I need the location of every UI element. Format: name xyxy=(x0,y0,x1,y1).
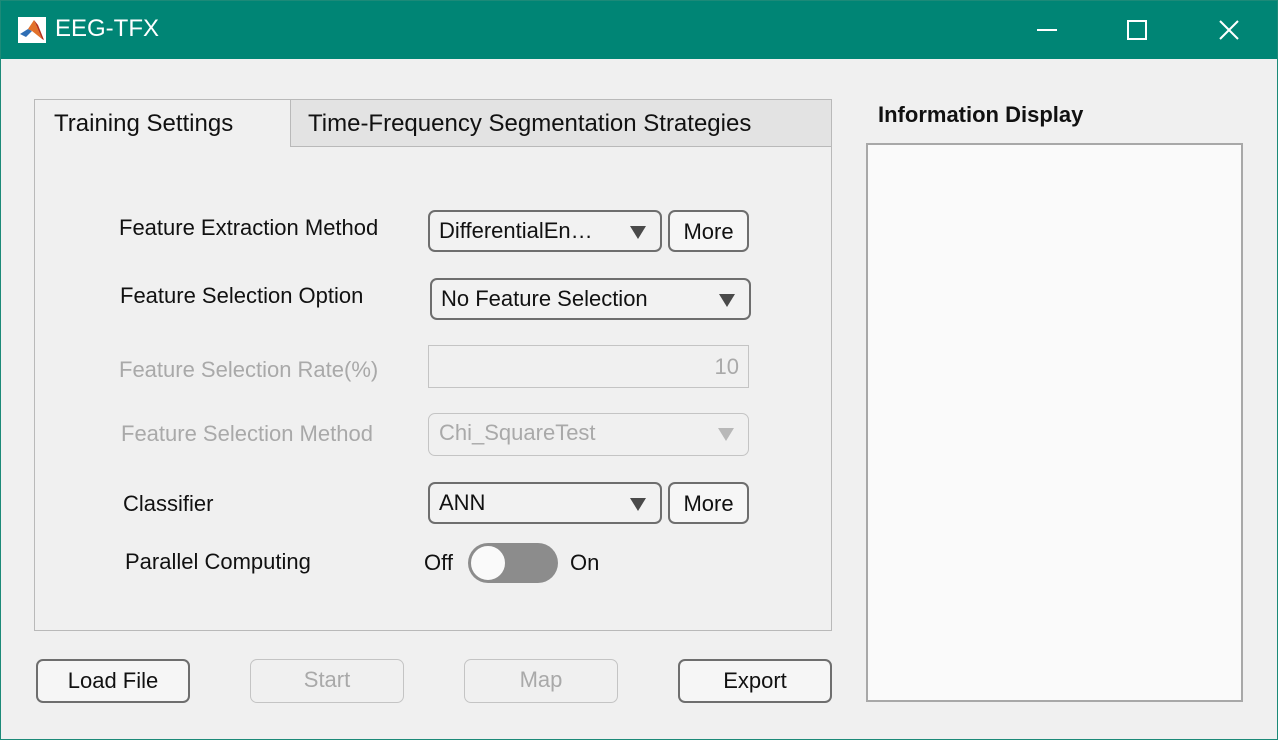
feature-selection-method-value: Chi_SquareTest xyxy=(439,420,596,445)
parallel-off-label: Off xyxy=(424,550,453,575)
feature-extraction-dropdown[interactable]: DifferentialEn… xyxy=(428,210,662,252)
minimize-button[interactable] xyxy=(1001,1,1093,59)
feature-selection-method-dropdown[interactable]: Chi_SquareTest xyxy=(428,413,749,456)
feature-selection-option-label: Feature Selection Option xyxy=(120,283,364,308)
information-display-title: Information Display xyxy=(878,102,1084,127)
classifier-more-button[interactable]: More xyxy=(668,482,749,524)
parallel-on-label: On xyxy=(570,550,600,575)
window-title: EEG-TFX xyxy=(55,15,160,42)
classifier-value: ANN xyxy=(439,490,486,515)
chevron-down-icon xyxy=(718,428,734,441)
feature-selection-option-dropdown[interactable]: No Feature Selection xyxy=(430,278,751,320)
tab-time-frequency-segmentation[interactable]: Time-Frequency Segmentation Strategies xyxy=(291,100,831,146)
export-button[interactable]: Export xyxy=(678,659,832,703)
close-icon xyxy=(1219,20,1239,40)
toggle-knob xyxy=(470,545,506,581)
load-file-button[interactable]: Load File xyxy=(36,659,190,703)
title-bar[interactable]: EEG-TFX xyxy=(1,1,1277,59)
feature-selection-rate-field[interactable]: 10 xyxy=(428,345,749,388)
matlab-logo-icon xyxy=(18,17,46,43)
feature-selection-rate-label: Feature Selection Rate(%) xyxy=(119,357,379,382)
parallel-computing-label: Parallel Computing xyxy=(125,549,311,574)
close-button[interactable] xyxy=(1183,1,1275,59)
map-button[interactable]: Map xyxy=(464,659,618,703)
chevron-down-icon xyxy=(630,498,646,511)
tab-strip: Training Settings Time-Frequency Segment… xyxy=(35,100,831,147)
chevron-down-icon xyxy=(630,226,646,239)
feature-extraction-value: DifferentialEn… xyxy=(439,218,593,243)
classifier-dropdown[interactable]: ANN xyxy=(428,482,662,524)
information-display-area[interactable] xyxy=(866,143,1243,702)
feature-selection-method-label: Feature Selection Method xyxy=(121,421,373,446)
app-window: EEG-TFX Training Settings Time-Frequency… xyxy=(0,0,1278,740)
minimize-icon xyxy=(1037,29,1057,31)
feature-extraction-label: Feature Extraction Method xyxy=(119,215,379,240)
classifier-label: Classifier xyxy=(123,491,214,516)
feature-selection-option-value: No Feature Selection xyxy=(441,286,648,311)
maximize-icon xyxy=(1127,20,1147,40)
parallel-computing-toggle[interactable] xyxy=(468,543,558,583)
start-button[interactable]: Start xyxy=(250,659,404,703)
chevron-down-icon xyxy=(719,294,735,307)
feature-extraction-more-button[interactable]: More xyxy=(668,210,749,252)
tab-training-settings[interactable]: Training Settings xyxy=(35,100,291,147)
maximize-button[interactable] xyxy=(1091,1,1183,59)
